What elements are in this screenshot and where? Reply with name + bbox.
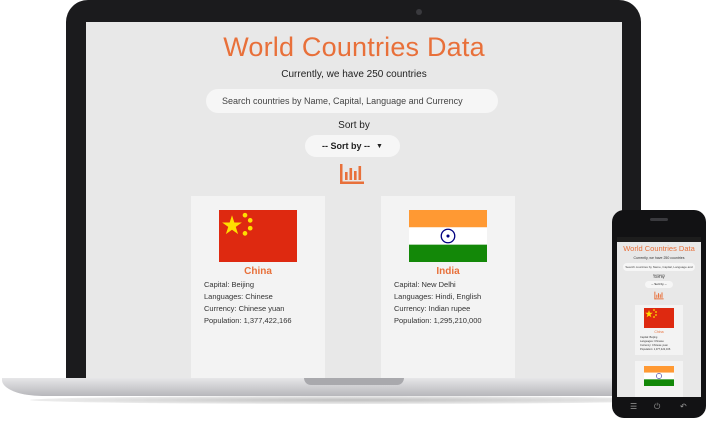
india-flag-icon bbox=[409, 210, 487, 262]
phone-sort-select[interactable]: -- Sort by -- bbox=[645, 281, 673, 288]
phone-menu-icon[interactable]: ☰ bbox=[630, 402, 637, 411]
phone-speaker bbox=[650, 218, 668, 221]
country-languages: Languages: Chinese bbox=[204, 292, 273, 301]
bar-chart-icon[interactable] bbox=[339, 163, 365, 185]
phone-device: World Countries Data Currently, we have … bbox=[612, 210, 706, 418]
laptop-shadow bbox=[30, 396, 678, 404]
phone-country-card-china[interactable]: China Capital: Beijing Languages: Chines… bbox=[635, 305, 683, 355]
country-card-partial[interactable] bbox=[381, 352, 515, 378]
phone-screen: World Countries Data Currently, we have … bbox=[617, 237, 701, 397]
laptop-hinge-notch bbox=[304, 378, 404, 385]
country-languages: Languages: Hindi, English bbox=[394, 292, 482, 301]
chevron-down-icon: ▼ bbox=[376, 142, 383, 150]
country-card-china[interactable]: China Capital: Beijing Languages: Chines… bbox=[191, 196, 325, 366]
country-capital: Capital: New Delhi bbox=[394, 280, 456, 289]
phone-country-capital: Capital: Beijing bbox=[640, 336, 658, 339]
china-flag-icon bbox=[219, 210, 297, 262]
phone-page-title: World Countries Data bbox=[623, 244, 695, 253]
camera-dot bbox=[416, 9, 422, 15]
phone-country-languages: Languages: Chinese bbox=[640, 340, 664, 343]
phone-china-flag-icon bbox=[644, 308, 674, 328]
country-capital: Capital: Beijing bbox=[204, 280, 255, 289]
phone-status-bar bbox=[617, 237, 701, 242]
country-population: Population: 1,295,210,000 bbox=[394, 316, 482, 325]
search-input[interactable] bbox=[206, 89, 498, 113]
phone-country-name: China bbox=[654, 330, 664, 334]
page-title: World Countries Data bbox=[223, 32, 485, 62]
country-card-partial[interactable] bbox=[191, 352, 325, 378]
phone-country-population: Population: 1,377,422,166 bbox=[640, 348, 671, 351]
phone-country-count: Currently, we have 250 countries bbox=[633, 256, 685, 260]
phone-india-flag-icon bbox=[644, 366, 674, 386]
phone-power-icon[interactable]: ⏻ bbox=[654, 402, 660, 412]
country-currency: Currency: Indian rupee bbox=[394, 304, 471, 313]
phone-sort-label: Sort by bbox=[653, 275, 665, 279]
country-currency: Currency: Chinese yuan bbox=[204, 304, 285, 313]
sort-select-value: -- Sort by -- bbox=[322, 141, 371, 151]
phone-search-input[interactable]: Search countries by Name, Capital, Langu… bbox=[623, 263, 695, 277]
country-count-text: Currently, we have 250 countries bbox=[281, 69, 427, 80]
country-name: China bbox=[244, 266, 272, 277]
country-population: Population: 1,377,422,166 bbox=[204, 316, 292, 325]
laptop-screen: World Countries Data Currently, we have … bbox=[86, 22, 622, 378]
country-card-india[interactable]: India Capital: New Delhi Languages: Hind… bbox=[381, 196, 515, 366]
sort-select[interactable]: -- Sort by -- ▼ bbox=[305, 135, 400, 157]
country-name: India bbox=[436, 266, 460, 277]
phone-back-icon[interactable]: ↶ bbox=[680, 402, 687, 411]
sort-label: Sort by bbox=[338, 120, 370, 131]
phone-country-card-india[interactable] bbox=[635, 361, 683, 397]
phone-country-currency: Currency: Chinese yuan bbox=[640, 344, 668, 347]
phone-bar-chart-icon[interactable] bbox=[654, 291, 664, 300]
